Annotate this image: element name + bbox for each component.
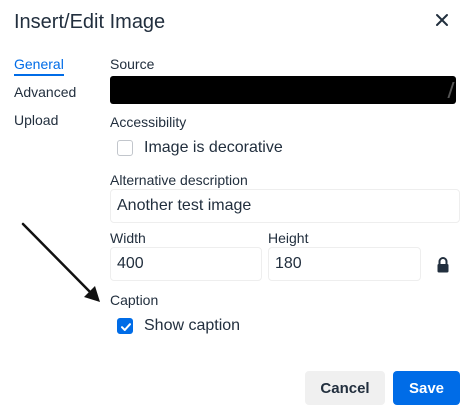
tab-advanced[interactable]: Advanced <box>14 83 76 101</box>
height-label: Height <box>268 230 309 246</box>
width-label: Width <box>110 230 146 246</box>
save-button[interactable]: Save <box>393 371 460 405</box>
decorative-checkbox-row[interactable]: Image is decorative <box>117 139 283 157</box>
height-input[interactable]: 180 <box>268 247 421 281</box>
tab-upload[interactable]: Upload <box>14 111 58 129</box>
alt-description-input[interactable]: Another test image <box>110 189 460 223</box>
close-icon <box>436 14 448 26</box>
close-button[interactable] <box>430 8 454 32</box>
tab-general[interactable]: General <box>14 55 64 76</box>
caption-label: Caption <box>110 292 159 308</box>
tab-list: General Advanced Upload <box>14 55 94 139</box>
lock-icon[interactable] <box>436 256 450 274</box>
show-caption-checkbox-row[interactable]: Show caption <box>117 317 240 335</box>
source-browse-edge <box>447 82 455 98</box>
dialog-title: Insert/Edit Image <box>14 11 166 33</box>
show-caption-label: Show caption <box>144 317 241 334</box>
insert-edit-image-dialog: Insert/Edit Image General Advanced Uploa… <box>0 0 474 410</box>
decorative-checkbox-label: Image is decorative <box>144 139 283 156</box>
source-label: Source <box>110 56 155 72</box>
width-input[interactable]: 400 <box>110 247 262 281</box>
accessibility-label: Accessibility <box>110 114 187 130</box>
show-caption-checkbox[interactable] <box>117 318 133 334</box>
alt-description-label: Alternative description <box>110 172 248 188</box>
source-input[interactable] <box>110 76 456 104</box>
checkmark-icon <box>121 323 131 331</box>
decorative-checkbox[interactable] <box>117 140 133 156</box>
cancel-button[interactable]: Cancel <box>305 371 385 405</box>
